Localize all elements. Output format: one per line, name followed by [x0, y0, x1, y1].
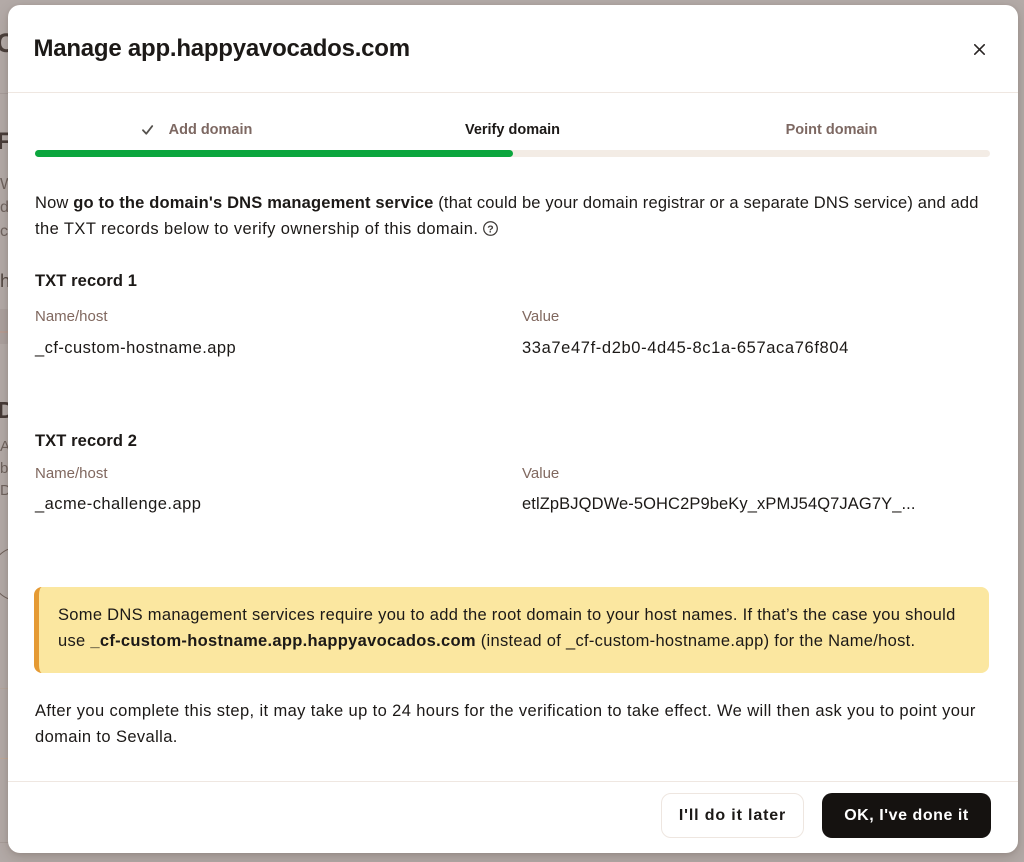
svg-text:?: ?	[488, 223, 495, 235]
